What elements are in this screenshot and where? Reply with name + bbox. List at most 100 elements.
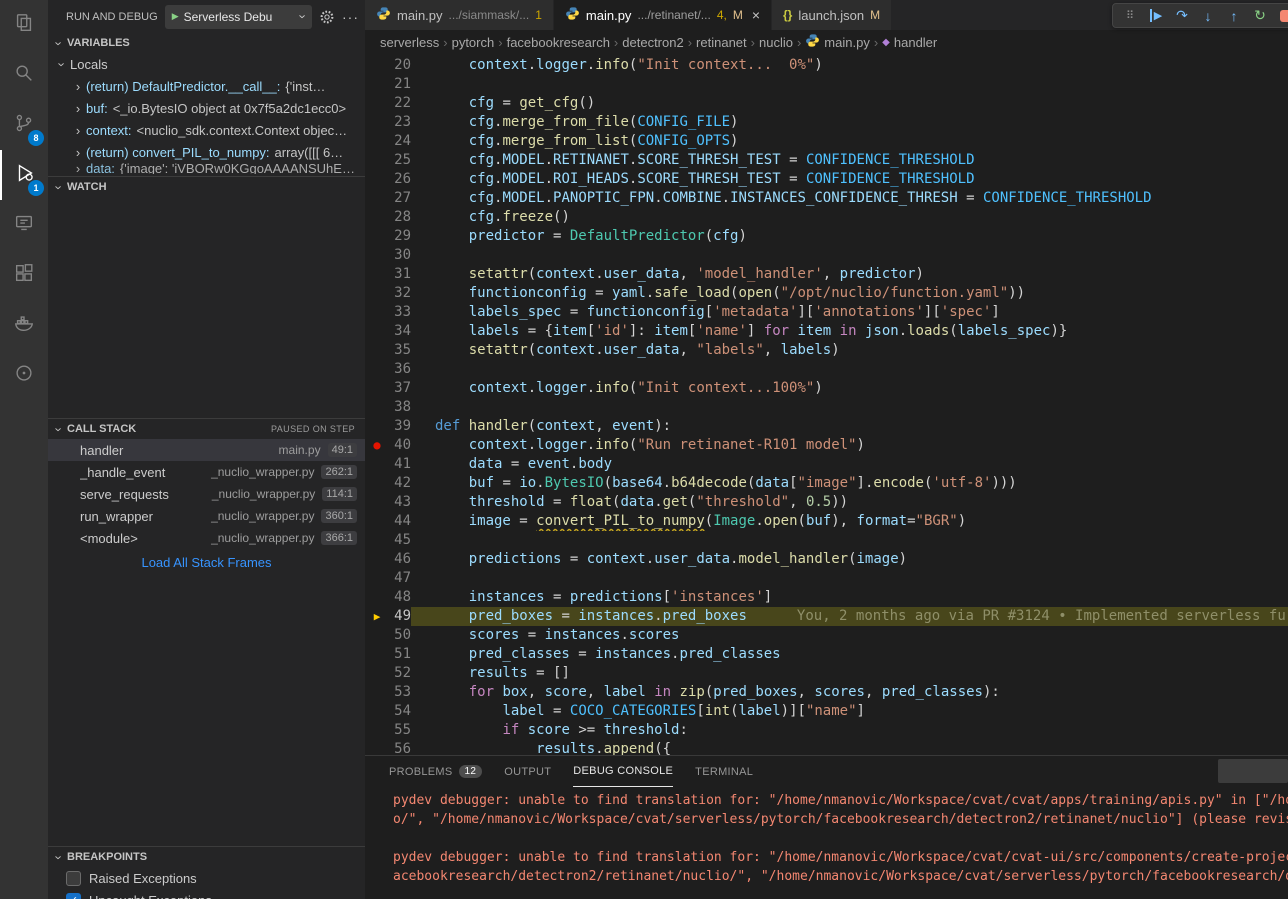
line-text xyxy=(411,531,1288,550)
panel-tab-output[interactable]: OUTPUT xyxy=(504,756,551,787)
editor-tab[interactable]: main.py.../siammask/...1 xyxy=(365,0,554,30)
scope-locals[interactable]: › Locals xyxy=(48,53,365,75)
code-line[interactable]: 47 xyxy=(365,569,1288,588)
variables-header[interactable]: › VARIABLES xyxy=(48,33,365,53)
activity-item-run-and-debug[interactable]: 1 xyxy=(0,150,48,200)
stack-frame-row[interactable]: serve_requests_nuclio_wrapper.py114:1 xyxy=(48,483,365,505)
code-line[interactable]: 26 cfg.MODEL.ROI_HEADS.SCORE_THRESH_TEST… xyxy=(365,170,1288,189)
breadcrumb-item[interactable]: detectron2 xyxy=(622,35,683,50)
code-line[interactable]: 21 xyxy=(365,75,1288,94)
code-line[interactable]: 37 context.logger.info("Init context...1… xyxy=(365,379,1288,398)
code-line[interactable]: 51 pred_classes = instances.pred_classes xyxy=(365,645,1288,664)
code-line[interactable]: 30 xyxy=(365,246,1288,265)
breadcrumb-item[interactable]: pytorch xyxy=(452,35,495,50)
code-line[interactable]: 39def handler(context, event): xyxy=(365,417,1288,436)
checkbox[interactable] xyxy=(66,871,81,886)
code-line[interactable]: 50 scores = instances.scores xyxy=(365,626,1288,645)
panel-tab-terminal[interactable]: TERMINAL xyxy=(695,756,753,787)
breadcrumb-item[interactable]: ◆handler xyxy=(882,35,937,50)
step-out-button[interactable]: ↑ xyxy=(1223,5,1245,26)
code-line[interactable]: 33 labels_spec = functionconfig['metadat… xyxy=(365,303,1288,322)
code-line[interactable]: 31 setattr(context.user_data, 'model_han… xyxy=(365,265,1288,284)
editor-tab[interactable]: {}launch.jsonM xyxy=(772,0,892,30)
breadcrumb-item[interactable]: retinanet xyxy=(696,35,747,50)
gear-icon[interactable] xyxy=(319,9,335,25)
activity-item-remote-explorer[interactable] xyxy=(0,200,48,250)
console-filter-input[interactable] xyxy=(1218,759,1288,783)
code-line[interactable]: 34 labels = {item['id']: item['name'] fo… xyxy=(365,322,1288,341)
close-icon[interactable]: × xyxy=(752,7,760,23)
activity-item-explorer[interactable] xyxy=(0,0,48,50)
editor-tab[interactable]: main.py.../retinanet/...4,M× xyxy=(554,0,772,30)
variable-row[interactable]: ›context:<nuclio_sdk.context.Context obj… xyxy=(48,119,365,141)
code-line[interactable]: 42 buf = io.BytesIO(base64.b64decode(dat… xyxy=(365,474,1288,493)
breadcrumb-item[interactable]: facebookresearch xyxy=(507,35,610,50)
activity-item-source-control[interactable]: 8 xyxy=(0,100,48,150)
code-line[interactable]: 27 cfg.MODEL.PANOPTIC_FPN.COMBINE.INSTAN… xyxy=(365,189,1288,208)
code-line[interactable]: 56 results.append({ xyxy=(365,740,1288,755)
variable-row[interactable]: ›buf:<_io.BytesIO object at 0x7f5a2dc1ec… xyxy=(48,97,365,119)
code-line[interactable]: 36 xyxy=(365,360,1288,379)
stack-frame-row[interactable]: <module>_nuclio_wrapper.py366:1 xyxy=(48,527,365,549)
code-line[interactable]: 48 instances = predictions['instances'] xyxy=(365,588,1288,607)
code-line[interactable]: 43 threshold = float(data.get("threshold… xyxy=(365,493,1288,512)
stack-frame-row[interactable]: handlermain.py49:1 xyxy=(48,439,365,461)
debug-console-output[interactable]: pydev debugger: unable to find translati… xyxy=(365,787,1288,886)
breakpoint-row[interactable]: Raised Exceptions xyxy=(48,867,365,889)
code-line[interactable]: 41 data = event.body xyxy=(365,455,1288,474)
code-editor[interactable]: 20 context.logger.info("Init context... … xyxy=(365,54,1288,755)
code-line[interactable]: 46 predictions = context.user_data.model… xyxy=(365,550,1288,569)
code-line[interactable]: 44 image = convert_PIL_to_numpy(Image.op… xyxy=(365,512,1288,531)
breakpoint-row[interactable]: ✓Uncaught Exceptions xyxy=(48,889,365,899)
breadcrumb-item[interactable]: main.py xyxy=(805,33,870,51)
frame-position-badge: 262:1 xyxy=(321,465,357,479)
code-line[interactable]: 22 cfg = get_cfg() xyxy=(365,94,1288,113)
code-line[interactable]: 24 cfg.merge_from_list(CONFIG_OPTS) xyxy=(365,132,1288,151)
continue-button[interactable]: ▶ xyxy=(1145,5,1167,26)
debug-config-dropdown[interactable]: ▶ Serverless Debu › xyxy=(165,5,312,29)
variable-row[interactable]: ›data:{'image': 'iVBORw0KGgoAAAANSUhE… xyxy=(48,163,365,174)
code-line[interactable]: 23 cfg.merge_from_file(CONFIG_FILE) xyxy=(365,113,1288,132)
line-text: image = convert_PIL_to_numpy(Image.open(… xyxy=(411,512,1288,531)
code-line[interactable]: ●40 context.logger.info("Run retinanet-R… xyxy=(365,436,1288,455)
activity-item-search[interactable] xyxy=(0,50,48,100)
code-line[interactable]: 25 cfg.MODEL.RETINANET.SCORE_THRESH_TEST… xyxy=(365,151,1288,170)
code-line[interactable]: 20 context.logger.info("Init context... … xyxy=(365,56,1288,75)
breakpoints-header[interactable]: › BREAKPOINTS xyxy=(48,847,365,867)
watch-header[interactable]: › WATCH xyxy=(48,177,365,197)
breadcrumb-item[interactable]: nuclio xyxy=(759,35,793,50)
code-line[interactable]: 35 setattr(context.user_data, "labels", … xyxy=(365,341,1288,360)
call-stack-header[interactable]: › CALL STACK PAUSED ON STEP xyxy=(48,419,365,439)
code-line[interactable]: 53 for box, score, label in zip(pred_box… xyxy=(365,683,1288,702)
load-all-stack-frames-link[interactable]: Load All Stack Frames xyxy=(48,555,365,570)
activity-item-docker[interactable] xyxy=(0,300,48,350)
stack-frame-row[interactable]: run_wrapper_nuclio_wrapper.py360:1 xyxy=(48,505,365,527)
code-line[interactable]: 55 if score >= threshold: xyxy=(365,721,1288,740)
stack-frame-row[interactable]: _handle_event_nuclio_wrapper.py262:1 xyxy=(48,461,365,483)
panel-tab-debug-console[interactable]: DEBUG CONSOLE xyxy=(573,756,673,787)
step-into-button[interactable]: ↓ xyxy=(1197,5,1219,26)
breakpoint-icon[interactable]: ● xyxy=(365,436,389,455)
code-line[interactable]: 28 cfg.freeze() xyxy=(365,208,1288,227)
step-over-button[interactable]: ↷ xyxy=(1171,5,1193,26)
activity-item-jupyter[interactable] xyxy=(0,350,48,400)
line-number: 33 xyxy=(389,303,411,322)
more-actions-icon[interactable]: ··· xyxy=(342,9,359,25)
code-line[interactable]: 32 functionconfig = yaml.safe_load(open(… xyxy=(365,284,1288,303)
checkbox[interactable]: ✓ xyxy=(66,893,81,899)
code-line[interactable]: 52 results = [] xyxy=(365,664,1288,683)
code-line[interactable]: 29 predictor = DefaultPredictor(cfg) xyxy=(365,227,1288,246)
disconnect-button[interactable] xyxy=(1275,5,1288,26)
line-number: 46 xyxy=(389,550,411,569)
drag-handle-button[interactable]: ⠿ xyxy=(1119,5,1141,26)
panel-tab-problems[interactable]: PROBLEMS12 xyxy=(389,756,482,787)
variable-row[interactable]: ›(return) convert_PIL_to_numpy:array([[[… xyxy=(48,141,365,163)
code-line[interactable]: 54 label = COCO_CATEGORIES[int(label)]["… xyxy=(365,702,1288,721)
code-line[interactable]: 45 xyxy=(365,531,1288,550)
breadcrumb-item[interactable]: serverless xyxy=(380,35,439,50)
restart-button[interactable]: ↻ xyxy=(1249,5,1271,26)
activity-item-extensions[interactable] xyxy=(0,250,48,300)
variable-row[interactable]: ›(return) DefaultPredictor.__call__:{'in… xyxy=(48,75,365,97)
code-line[interactable]: 38 xyxy=(365,398,1288,417)
code-line[interactable]: ▶49 pred_boxes = instances.pred_boxesYou… xyxy=(365,607,1288,626)
